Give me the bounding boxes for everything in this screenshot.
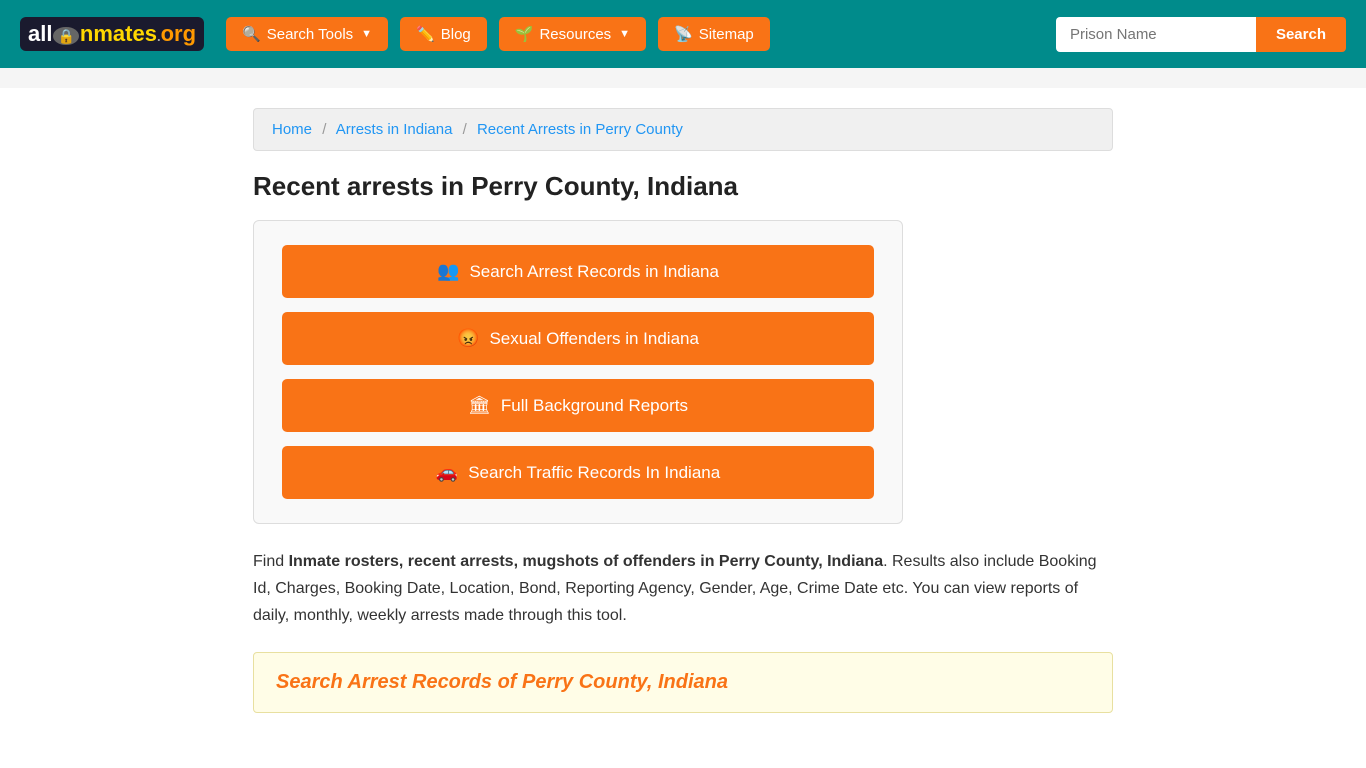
prison-search-input[interactable] xyxy=(1056,17,1256,52)
sexual-offenders-button[interactable]: 😡 Sexual Offenders in Indiana xyxy=(282,312,874,365)
search-tools-button[interactable]: 🔍 Search Tools ▼ xyxy=(226,17,388,51)
breadcrumb-current: Recent Arrests in Perry County xyxy=(477,121,683,138)
search-icon: 🔍 xyxy=(242,25,261,43)
breadcrumb: Home / Arrests in Indiana / Recent Arres… xyxy=(253,108,1113,151)
search-section: Search Arrest Records of Perry County, I… xyxy=(253,652,1113,713)
background-reports-button[interactable]: 🏛 Full Background Reports xyxy=(282,379,874,432)
site-header: all🔒nmates.org 🔍 Search Tools ▼ ✏️ Blog … xyxy=(0,0,1366,68)
car-icon: 🚗 xyxy=(436,462,458,483)
arrest-records-button[interactable]: 👥 Search Arrest Records in Indiana xyxy=(282,245,874,298)
people-icon: 👥 xyxy=(437,261,459,282)
header-search: Search xyxy=(1056,17,1346,52)
site-logo[interactable]: all🔒nmates.org xyxy=(20,17,204,51)
blog-icon: ✏️ xyxy=(416,25,435,43)
description-text: Find Inmate rosters, recent arrests, mug… xyxy=(253,548,1113,630)
header-search-button[interactable]: Search xyxy=(1256,17,1346,52)
breadcrumb-sep-1: / xyxy=(322,121,326,138)
chevron-down-icon: ▼ xyxy=(619,28,630,40)
chevron-down-icon: ▼ xyxy=(361,28,372,40)
building-icon: 🏛 xyxy=(468,395,491,416)
search-section-title: Search Arrest Records of Perry County, I… xyxy=(276,671,1090,694)
description-bold: Inmate rosters, recent arrests, mugshots… xyxy=(289,553,884,570)
logo-text: all🔒nmates.org xyxy=(28,21,196,47)
offender-icon: 😡 xyxy=(457,328,479,349)
action-card: 👥 Search Arrest Records in Indiana 😡 Sex… xyxy=(253,220,903,524)
sub-header-bar xyxy=(0,68,1366,88)
main-content: Home / Arrests in Indiana / Recent Arres… xyxy=(233,88,1133,733)
page-title: Recent arrests in Perry County, Indiana xyxy=(253,171,1113,202)
breadcrumb-home[interactable]: Home xyxy=(272,121,312,138)
traffic-records-button[interactable]: 🚗 Search Traffic Records In Indiana xyxy=(282,446,874,499)
resources-icon: 🌱 xyxy=(515,25,534,43)
breadcrumb-arrests[interactable]: Arrests in Indiana xyxy=(336,121,453,138)
breadcrumb-sep-2: / xyxy=(463,121,467,138)
resources-button[interactable]: 🌱 Resources ▼ xyxy=(499,17,646,51)
sitemap-button[interactable]: 📡 Sitemap xyxy=(658,17,770,51)
sitemap-icon: 📡 xyxy=(674,25,693,43)
blog-button[interactable]: ✏️ Blog xyxy=(400,17,487,51)
